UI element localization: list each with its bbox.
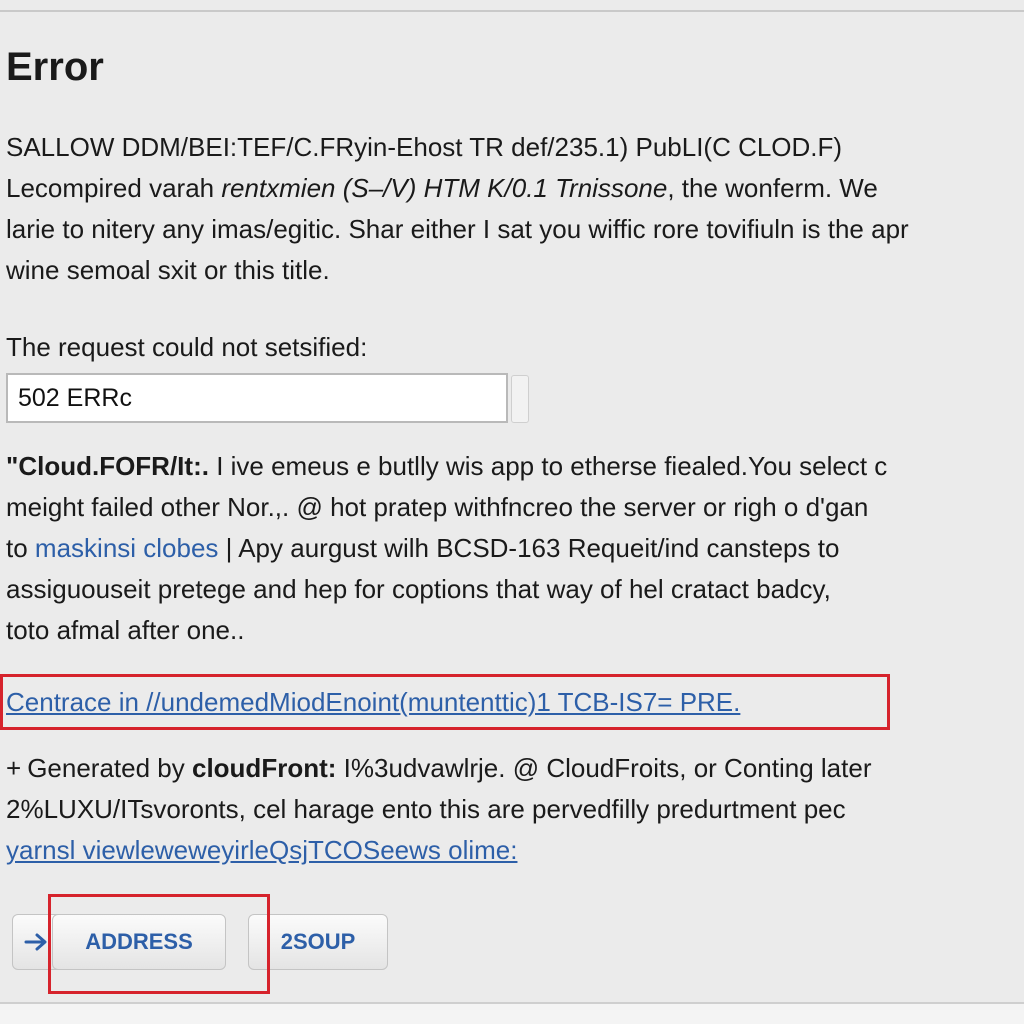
details-line: toto afmal after one.. [6,615,245,645]
intro-line: wine semoal sxit or this title. [6,255,330,285]
footer-line: 2%LUXU/ITsvoronts, cel harage ento this … [6,794,846,824]
page-title: Error [6,45,104,89]
error-page: Error SALLOW DDM/BEI:TEF/C.FRyin-Ehost T… [0,0,1024,1024]
footer-line: + Generated by cloudFront: I%3udvawlrje. … [6,748,1024,789]
details-line: meight failed other Nor.,. @ hot pratep … [6,492,869,522]
footer-text: I%3udvawlrje. @ CloudFroits, or Conting … [343,753,872,783]
top-divider [0,10,1024,12]
details-text: to [6,533,28,563]
reference-link[interactable]: Centrace in //undemedMiodEnoint(muntentt… [6,682,740,722]
details-text: | Apy aurgust wilh BCSD-163 Requeit/ind … [225,533,840,563]
details-text: I ive emeus e butlly wis app to etherse … [216,451,888,481]
bullet-icon: + [6,753,22,783]
intro-line: SALLOW DDM/BEI:TEF/C.FRyin-Ehost TR def/… [6,132,843,162]
footer-paragraph: + Generated by cloudFront: I%3udvawlrje. … [6,748,1024,871]
error-code-input[interactable] [6,373,508,423]
bottom-band [0,1004,1024,1024]
intro-emphasis: rentxmien (S–/V) HTM K/0.1 Trnissone [221,173,668,203]
footer-line: yarnsl viewleweweyirleQsjTCOSeews olime: [6,830,1024,871]
request-label: The request could not setsified: [6,332,368,362]
intro-line: Lecompired varah rentxmien (S–/V) HTM K/… [6,173,878,203]
field-spinner[interactable] [511,375,529,423]
details-source: "Cloud.FOFR/It:. [6,451,209,481]
intro-paragraph: SALLOW DDM/BEI:TEF/C.FRyin-Ehost TR def/… [6,127,1024,291]
footer-source: cloudFront: [191,753,337,783]
intro-line: larie to nitery any imas/egitic. Shar ei… [6,214,909,244]
details-line: "Cloud.FOFR/It:. I ive emeus e butlly wi… [6,446,1024,487]
error-field [6,373,529,425]
button-highlight-box [48,894,270,994]
details-inline-link[interactable]: maskinsi clobes [35,533,219,563]
footer-link[interactable]: yarnsl viewleweweyirleQsjTCOSeews olime: [6,835,517,865]
details-line: assiguouseit pretege and hep for coption… [6,574,831,604]
details-line: to maskinsi clobes | Apy aurgust wilh BC… [6,528,1024,569]
details-paragraph: "Cloud.FOFR/It:. I ive emeus e butlly wi… [6,446,1024,651]
footer-text: Generated by [27,753,185,783]
